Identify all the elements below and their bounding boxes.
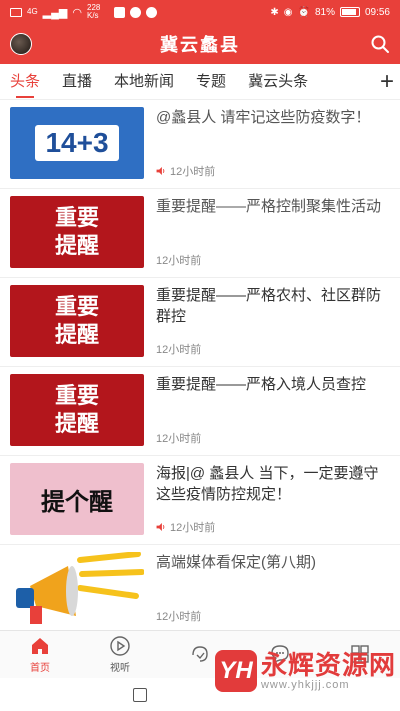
play-icon [110, 636, 130, 656]
thumbnail-text-line: 重要 [54, 383, 99, 408]
thumbnail-text-line: 提醒 [54, 322, 99, 347]
news-time: 12小时前 [170, 166, 216, 178]
megaphone-icon [16, 552, 144, 624]
status-left: 4G ▂▄▆ ◠ 228 K/s [10, 4, 157, 20]
news-meta: 12小时前 [156, 608, 390, 624]
alarm-icon: ⏰ [297, 6, 310, 18]
wifi-icon: ◠ [72, 6, 82, 19]
tab-topics[interactable]: 专题 [196, 64, 226, 100]
app-notification-icon [114, 6, 125, 18]
tab-headlines[interactable]: 头条 [10, 64, 40, 100]
nav-label: 首页 [30, 663, 50, 674]
eye-icon: ◉ [283, 6, 293, 18]
news-time: 12小时前 [156, 344, 202, 356]
avatar[interactable] [10, 33, 32, 55]
list-item[interactable]: 14+3 @蠡县人 请牢记这些防疫数字！ 12小时前 [0, 100, 400, 189]
news-meta: 12小时前 [156, 252, 390, 268]
hand-icon [192, 645, 208, 662]
watermark-url: www.yhkjjj.com [260, 679, 350, 691]
news-thumbnail: 14+3 [10, 107, 144, 179]
bluetooth-icon: ✱ [270, 6, 279, 18]
watermark: YH 永辉资源网 www.yhkjjj.com [214, 650, 396, 692]
news-list: 14+3 @蠡县人 请牢记这些防疫数字！ 12小时前 重要 提醒 重要提醒——严… [0, 100, 400, 630]
tab-live[interactable]: 直播 [62, 64, 92, 100]
news-title: 重要提醒——严格入境人员查控 [156, 376, 367, 393]
home-icon [32, 638, 48, 654]
news-meta: 12小时前 [156, 430, 390, 446]
audio-icon [156, 167, 165, 175]
nav-item-media[interactable]: 视听 [80, 631, 160, 678]
news-thumbnail: 重要 提醒 [10, 374, 144, 446]
app-header: 冀云蠡县 [0, 24, 400, 64]
news-meta: 12小时前 [156, 163, 390, 179]
news-title: @蠡县人 请牢记这些防疫数字！ [156, 109, 371, 126]
news-title: 海报|@ 蠡县人 当下，一定要遵守这些疫情防控规定！ [156, 465, 379, 503]
list-item[interactable]: 重要 提醒 重要提醒——严格入境人员查控 12小时前 [0, 367, 400, 456]
news-time: 12小时前 [170, 522, 216, 534]
signal-icon: ▂▄▆ [42, 6, 68, 19]
page-title: 冀云蠡县 [160, 35, 240, 55]
battery-icon [339, 7, 360, 17]
network-type: 4G [27, 7, 38, 16]
news-meta: 12小时前 [156, 341, 390, 357]
battery-percent: 81% [314, 6, 335, 18]
tab-jiyun-headlines[interactable]: 冀云头条 [248, 64, 308, 100]
list-item[interactable]: 重要 提醒 重要提醒——严格控制聚集性活动 12小时前 [0, 189, 400, 278]
recent-apps-button[interactable] [133, 687, 147, 702]
nav-label: 视听 [110, 663, 130, 674]
news-time: 12小时前 [156, 433, 202, 445]
watermark-logo: YH [214, 650, 257, 692]
thumbnail-text-line: 提醒 [54, 411, 99, 436]
status-right: ✱ ◉ ⏰ 81% 09:56 [270, 7, 390, 18]
news-time: 12小时前 [156, 611, 202, 623]
news-title: 重要提醒——严格农村、社区群防群控 [156, 287, 382, 325]
nav-item-home[interactable]: 首页 [0, 631, 80, 678]
news-thumbnail: 重要 提醒 [10, 285, 144, 357]
thumbnail-text-line: 提醒 [54, 233, 99, 258]
hd-icon [10, 7, 22, 17]
thumbnail-text-line: 重要 [54, 294, 99, 319]
message-icon [146, 6, 157, 18]
network-speed: 228 K/s [87, 3, 101, 20]
thumbnail-text: 14+3 [35, 125, 119, 161]
news-time: 12小时前 [156, 255, 202, 267]
news-thumbnail: 提个醒 [10, 463, 144, 535]
tab-local-news[interactable]: 本地新闻 [114, 64, 174, 100]
add-channel-button[interactable]: + [375, 68, 394, 96]
list-item[interactable]: 提个醒 海报|@ 蠡县人 当下，一定要遵守这些疫情防控规定！ 12小时前 [0, 456, 400, 545]
list-item[interactable]: 重要 提醒 重要提醒——严格农村、社区群防群控 12小时前 [0, 278, 400, 367]
thumbnail-text-line: 重要 [54, 205, 99, 230]
search-button[interactable] [370, 34, 390, 54]
news-title: 重要提醒——严格控制聚集性活动 [156, 198, 382, 215]
clock: 09:56 [364, 6, 390, 18]
news-thumbnail [10, 552, 144, 624]
news-thumbnail: 重要 提醒 [10, 196, 144, 268]
list-item[interactable]: 高端媒体看保定(第八期) 12小时前 [0, 545, 400, 630]
watermark-text: 永辉资源网 [260, 650, 396, 680]
status-bar: 4G ▂▄▆ ◠ 228 K/s ✱ ◉ ⏰ 81% 09:56 [0, 0, 400, 24]
notification-icon [130, 6, 141, 18]
thumbnail-text: 提个醒 [41, 488, 113, 516]
news-title: 高端媒体看保定(第八期) [156, 554, 316, 571]
news-meta: 12小时前 [156, 519, 390, 535]
channel-tabs: 头条 直播 本地新闻 专题 冀云头条 + [0, 64, 400, 100]
search-icon [371, 35, 389, 53]
audio-icon [156, 523, 165, 531]
